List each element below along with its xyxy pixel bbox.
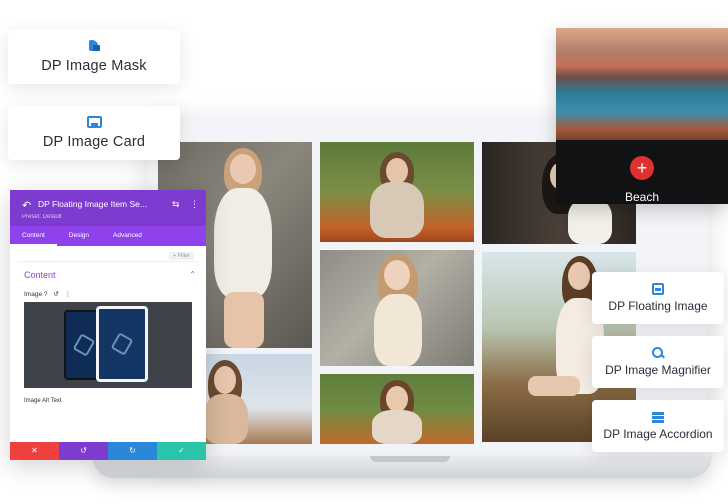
- image-preview[interactable]: [24, 302, 192, 388]
- accordion-icon: [652, 411, 664, 423]
- magnifier-icon: [652, 347, 664, 359]
- panel-footer: ✕ ↺ ↻ ✓: [10, 442, 206, 460]
- image-mask-icon: [87, 40, 101, 52]
- tab-design[interactable]: Design: [57, 226, 101, 246]
- discard-button[interactable]: ✕: [10, 442, 59, 460]
- card-title: DP Image Mask: [41, 58, 147, 74]
- redo-button[interactable]: ↻: [108, 442, 157, 460]
- back-icon[interactable]: ↶: [22, 199, 31, 212]
- card-dp-image-card[interactable]: DP Image Card: [8, 106, 180, 160]
- image-field-label: Image ? ↺ ⋮: [24, 290, 71, 298]
- card-dp-image-mask[interactable]: DP Image Mask: [8, 30, 180, 84]
- gallery-photo-6[interactable]: [204, 354, 312, 444]
- undo-button[interactable]: ↺: [59, 442, 108, 460]
- more-options-icon[interactable]: ⋮: [190, 199, 199, 210]
- tablet-light-image: [96, 306, 148, 382]
- save-button[interactable]: ✓: [157, 442, 206, 460]
- gallery-photo-7[interactable]: [320, 374, 474, 444]
- filter-bar: + Filter: [18, 252, 198, 262]
- image-label-text: Image ?: [24, 291, 48, 298]
- card-dp-floating-image[interactable]: DP Floating Image: [592, 272, 724, 324]
- panel-header: ↶ DP Floating Image Item Se... Preset: D…: [10, 190, 206, 226]
- plus-icon[interactable]: +: [630, 156, 654, 180]
- beach-image: [556, 28, 728, 140]
- floating-image-icon: [652, 283, 664, 295]
- chevron-up-icon[interactable]: ⌃: [189, 270, 196, 279]
- tab-content[interactable]: Content: [10, 226, 57, 246]
- image-alt-label: Image Alt Text: [24, 398, 62, 404]
- card-title: DP Image Card: [42, 134, 146, 150]
- laptop-notch: [370, 456, 450, 462]
- card-title: DP Image Accordion: [603, 427, 713, 441]
- beach-card[interactable]: + Beach: [556, 28, 728, 204]
- beach-title: Beach: [624, 190, 660, 204]
- card-title: DP Floating Image: [608, 299, 708, 313]
- image-card-icon: [86, 116, 102, 128]
- builder-settings-panel: ↶ DP Floating Image Item Se... Preset: D…: [10, 190, 206, 460]
- tab-advanced[interactable]: Advanced: [101, 226, 154, 246]
- gallery-photo-4[interactable]: [320, 250, 474, 366]
- card-dp-image-magnifier[interactable]: DP Image Magnifier: [592, 336, 724, 388]
- section-title[interactable]: Content: [24, 270, 56, 280]
- card-title: DP Image Magnifier: [605, 363, 711, 377]
- split-view-icon[interactable]: ⇆: [172, 199, 180, 210]
- panel-subtitle: Preset: Default: [22, 214, 62, 220]
- card-dp-image-accordion[interactable]: DP Image Accordion: [592, 400, 724, 452]
- panel-tabs: Content Design Advanced: [10, 226, 206, 246]
- panel-title: DP Floating Image Item Se...: [38, 199, 147, 209]
- kebab-icon[interactable]: ⋮: [65, 291, 72, 298]
- gallery-photo-2[interactable]: [320, 142, 474, 242]
- filter-button[interactable]: + Filter: [169, 252, 194, 260]
- reset-icon[interactable]: ↺: [53, 291, 58, 298]
